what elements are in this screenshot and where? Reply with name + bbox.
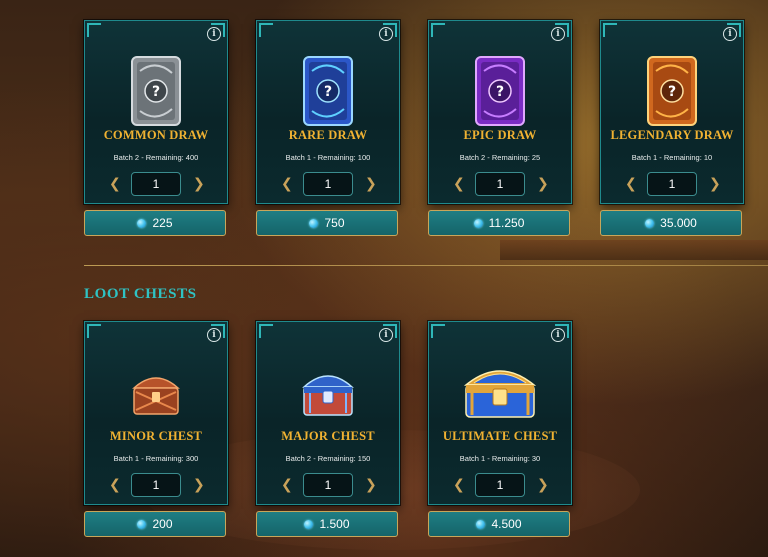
batch-remaining: Batch 1 - Remaining: 100 [285,153,371,162]
gem-icon [137,218,147,228]
chevron-left-icon[interactable]: ❮ [281,478,293,492]
batch-remaining: Batch 1 - Remaining: 30 [459,454,541,463]
price-label: 1.500 [319,517,350,531]
card-title: EPIC DRAW [463,128,537,142]
buy-button[interactable]: 11.250 [428,210,570,236]
svg-text:?: ? [668,84,676,100]
quantity-input[interactable] [131,172,181,196]
quantity-input[interactable] [475,172,525,196]
common-card-back-image: ? [85,41,227,141]
batch-remaining: Batch 1 - Remaining: 10 [631,153,713,162]
card-title: ULTIMATE CHEST [442,429,558,443]
price-label: 11.250 [488,216,525,230]
card-title: RARE DRAW [288,128,368,142]
card-title: MINOR CHEST [109,429,203,443]
chevron-left-icon[interactable]: ❮ [453,177,465,191]
epic-card-back-image: ? [429,41,571,141]
quantity-input[interactable] [475,473,525,497]
buy-button[interactable]: 35.000 [600,210,742,236]
legendary-draw-card: i ? LEGENDARY DRAW Batch 1 - Remaining: … [600,20,744,204]
buy-button[interactable]: 750 [256,210,398,236]
minor-chest-image [85,342,227,442]
minor-chest-card: i MINOR CHEST Batch 1 - Remaining: 300 ❮… [84,321,228,505]
chevron-left-icon[interactable]: ❮ [281,177,293,191]
chevron-right-icon[interactable]: ❯ [537,478,549,492]
quantity-input[interactable] [303,473,353,497]
buy-button[interactable]: 200 [84,511,226,537]
batch-remaining: Batch 2 - Remaining: 400 [113,153,199,162]
info-icon[interactable]: i [207,328,221,342]
price-label: 35.000 [660,216,697,230]
chevron-right-icon[interactable]: ❯ [193,478,205,492]
major-chest-image [257,342,399,442]
gem-icon [473,218,483,228]
gem-icon [645,218,655,228]
gem-icon [304,519,314,529]
info-icon[interactable]: i [379,328,393,342]
buy-button[interactable]: 225 [84,210,226,236]
price-label: 4.500 [491,517,522,531]
gem-icon [476,519,486,529]
info-icon[interactable]: i [551,27,565,41]
chevron-right-icon[interactable]: ❯ [193,177,205,191]
legendary-card-back-image: ? [601,41,743,141]
chevron-left-icon[interactable]: ❮ [109,177,121,191]
section-title: LOOT CHESTS [84,286,197,302]
chevron-left-icon[interactable]: ❮ [453,478,465,492]
price-label: 225 [152,216,173,230]
chevron-right-icon[interactable]: ❯ [709,177,721,191]
background-shelf [500,240,768,260]
gem-icon [137,519,147,529]
ultimate-chest-image [429,342,571,442]
section-divider [84,265,768,266]
buy-button[interactable]: 4.500 [428,511,570,537]
svg-text:?: ? [496,84,504,100]
info-icon[interactable]: i [723,27,737,41]
svg-text:?: ? [152,84,160,100]
chevron-right-icon[interactable]: ❯ [537,177,549,191]
chevron-left-icon[interactable]: ❮ [625,177,637,191]
info-icon[interactable]: i [379,27,393,41]
rare-draw-card: i ? RARE DRAW Batch 1 - Remaining: 100 ❮… [256,20,400,204]
chevron-right-icon[interactable]: ❯ [365,478,377,492]
buy-button[interactable]: 1.500 [256,511,398,537]
epic-draw-card: i ? EPIC DRAW Batch 2 - Remaining: 25 ❮ … [428,20,572,204]
rare-card-back-image: ? [257,41,399,141]
batch-remaining: Batch 1 - Remaining: 300 [113,454,199,463]
major-chest-card: i MAJOR CHEST Batch 2 - Remaining: 150 ❮… [256,321,400,505]
chevron-left-icon[interactable]: ❮ [109,478,121,492]
price-label: 200 [152,517,173,531]
svg-text:?: ? [324,84,332,100]
quantity-input[interactable] [303,172,353,196]
ultimate-chest-card: i ULTIMATE CHEST Batch 1 - Remaining: 30… [428,321,572,505]
chevron-right-icon[interactable]: ❯ [365,177,377,191]
gem-icon [309,218,319,228]
card-title: COMMON DRAW [103,128,209,142]
batch-remaining: Batch 2 - Remaining: 150 [285,454,371,463]
card-title: MAJOR CHEST [281,429,375,443]
quantity-input[interactable] [647,172,697,196]
info-icon[interactable]: i [207,27,221,41]
info-icon[interactable]: i [551,328,565,342]
card-title: LEGENDARY DRAW [610,128,734,142]
common-draw-card: i ? COMMON DRAW Batch 2 - Remaining: 400… [84,20,228,204]
quantity-input[interactable] [131,473,181,497]
batch-remaining: Batch 2 - Remaining: 25 [459,153,541,162]
price-label: 750 [324,216,345,230]
